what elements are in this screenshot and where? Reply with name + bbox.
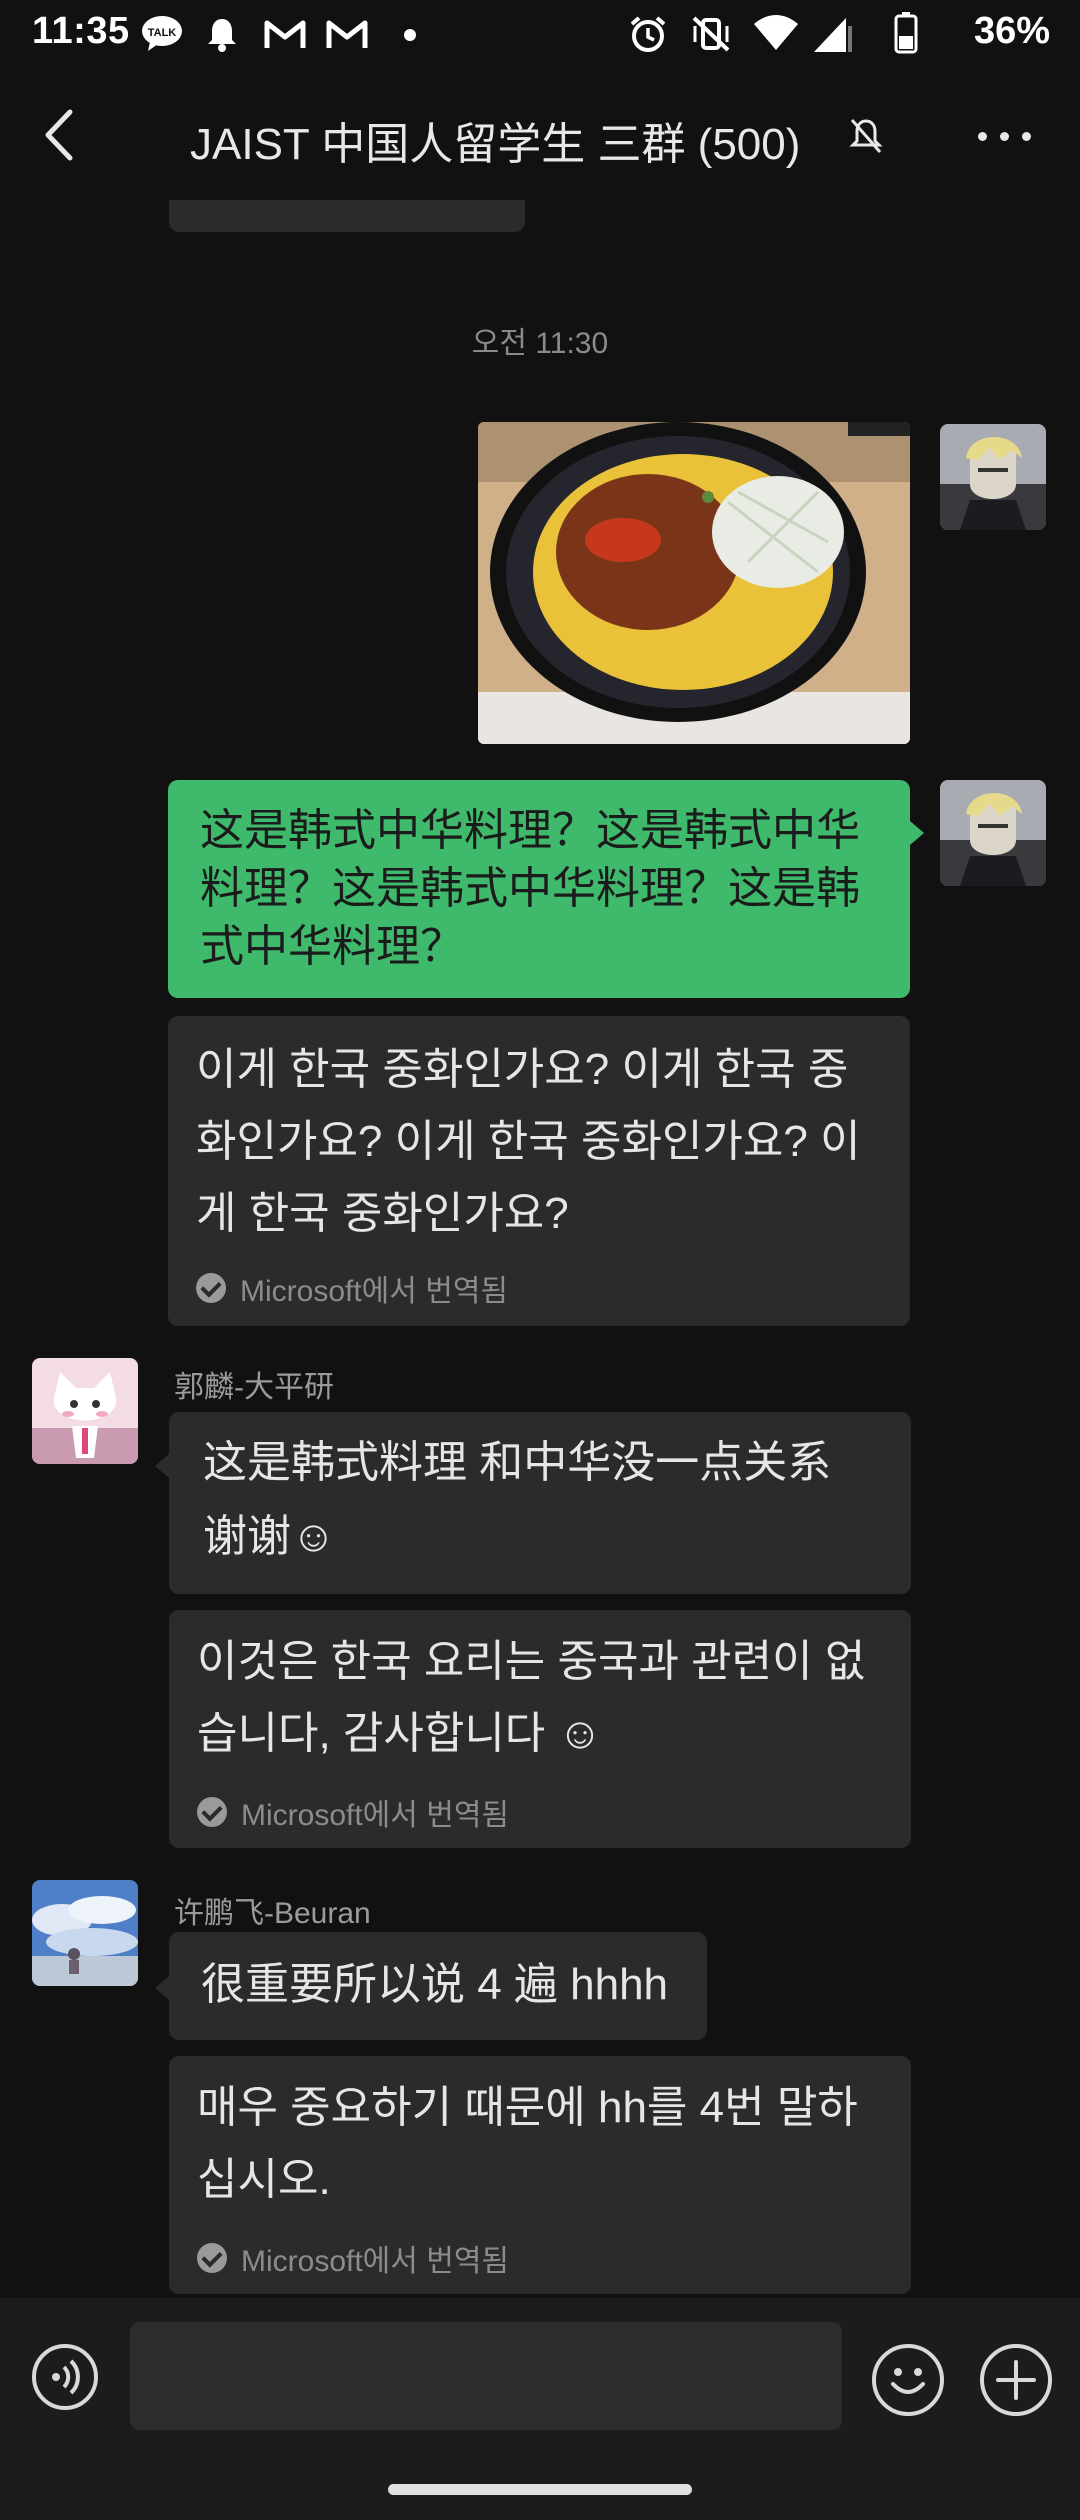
add-attachment-button[interactable] <box>980 2344 1052 2416</box>
smiley-icon <box>891 2368 925 2394</box>
translation-note-label: Microsoft에서 번역됨 <box>241 2245 510 2278</box>
check-circle-icon <box>197 1797 227 1827</box>
battery-icon <box>894 12 918 54</box>
more-dot-icon <box>978 132 987 141</box>
translation-text: 매우 중요하기 때문에 hh를 4번 말하십시오. <box>197 2083 858 2204</box>
bubble-tail <box>155 1976 169 2000</box>
chat-title: JAIST 中国人留学生 三群 (500) <box>190 120 801 169</box>
emoji-button[interactable] <box>872 2344 944 2416</box>
status-time: 11:35 <box>32 10 130 52</box>
chevron-left-icon <box>45 109 73 161</box>
avatar-image <box>940 780 1046 886</box>
alarm-icon <box>628 14 668 54</box>
status-bar: 11:35 TALK 36% <box>0 0 1080 70</box>
message-text: 很重要所以说 4 遍 hhhh <box>201 1960 669 2009</box>
translation-note: Microsoft에서 번역됨 <box>197 1790 509 1834</box>
translation-note: Microsoft에서 번역됨 <box>196 1266 508 1310</box>
food-photo-message[interactable] <box>478 422 910 744</box>
message-bubble[interactable]: 很重要所以说 4 遍 hhhh <box>169 1932 707 2040</box>
chat-messages[interactable]: 오전 11:30 这是韩式中华料理？这是韩式中华料理？这是韩式中华料理？这是韩式… <box>0 200 1080 2298</box>
gmail-icon <box>326 18 368 50</box>
bubble-tail <box>155 1454 169 1478</box>
home-indicator[interactable] <box>388 2484 692 2495</box>
check-circle-icon <box>197 2243 227 2273</box>
time-divider: 오전 11:30 <box>471 327 609 360</box>
vibrate-off-icon <box>690 14 732 54</box>
voice-input-button[interactable] <box>32 2344 98 2410</box>
cat-avatar-image <box>32 1358 138 1464</box>
sender-name: 郭麟-大平研 <box>174 1371 334 1404</box>
my-avatar[interactable] <box>940 424 1046 530</box>
more-notifications-dot-icon <box>404 29 416 41</box>
plus-icon <box>996 2360 1036 2400</box>
chat-header: JAIST 中国人留学生 三群 (500) <box>0 70 1080 200</box>
translation-note: Microsoft에서 번역됨 <box>197 2236 509 2280</box>
sender-avatar[interactable] <box>32 1358 138 1464</box>
more-options-button[interactable] <box>970 110 1040 160</box>
bell-icon <box>206 16 238 52</box>
gmail-icon <box>264 18 306 50</box>
translation-text: 이게 한국 중화인가요? 이게 한국 중화인가요? 이게 한국 중화인가요? 이… <box>196 1045 861 1238</box>
message-text: 这是韩式料理 和中华没一点关系 谢谢☺ <box>203 1438 832 1561</box>
wifi-icon <box>752 14 800 52</box>
back-button[interactable] <box>30 100 90 170</box>
battery-percent: 36% <box>973 10 1050 52</box>
translation-bubble[interactable]: 이것은 한국 요리는 중국과 관련이 없습니다, 감사합니다 ☺ Microso… <box>169 1610 911 1848</box>
talk-notification-icon: TALK <box>140 14 184 52</box>
translation-text: 이것은 한국 요리는 중국과 관련이 없습니다, 감사합니다 ☺ <box>197 1637 866 1758</box>
notifications-muted-icon <box>846 116 886 156</box>
bubble-tail <box>910 821 924 845</box>
my-message-text: 这是韩式中华料理？这是韩式中华料理？这是韩式中华料理？这是韩式中华料理？ <box>200 806 860 971</box>
sender-name: 许鹏飞-Beuran <box>174 1897 371 1930</box>
signal-icon <box>812 14 856 54</box>
svg-text:TALK: TALK <box>148 27 177 39</box>
avatar-image <box>940 424 1046 530</box>
translation-note-label: Microsoft에서 번역됨 <box>240 1275 509 1308</box>
my-avatar[interactable] <box>940 780 1046 886</box>
more-dot-icon <box>1000 132 1009 141</box>
translation-bubble[interactable]: 매우 중요하기 때문에 hh를 4번 말하십시오. Microsoft에서 번역… <box>169 2056 911 2294</box>
voice-icon <box>52 2359 80 2395</box>
message-input[interactable] <box>130 2322 842 2430</box>
input-bar <box>0 2298 1080 2520</box>
sender-avatar[interactable] <box>32 1880 138 1986</box>
translation-bubble[interactable]: 이게 한국 중화인가요? 이게 한국 중화인가요? 이게 한국 중화인가요? 이… <box>168 1016 910 1326</box>
message-bubble[interactable]: 这是韩式料理 和中华没一点关系 谢谢☺ <box>169 1412 911 1594</box>
more-dot-icon <box>1022 132 1031 141</box>
sky-avatar-image <box>32 1880 138 1986</box>
check-circle-icon <box>196 1273 226 1303</box>
translation-note-label: Microsoft에서 번역됨 <box>241 1799 510 1832</box>
noodle-dish-image <box>478 422 910 744</box>
my-message-bubble[interactable]: 这是韩式中华料理？这是韩式中华料理？这是韩式中华料理？这是韩式中华料理？ <box>168 780 910 998</box>
partial-message-bubble[interactable] <box>169 200 525 232</box>
